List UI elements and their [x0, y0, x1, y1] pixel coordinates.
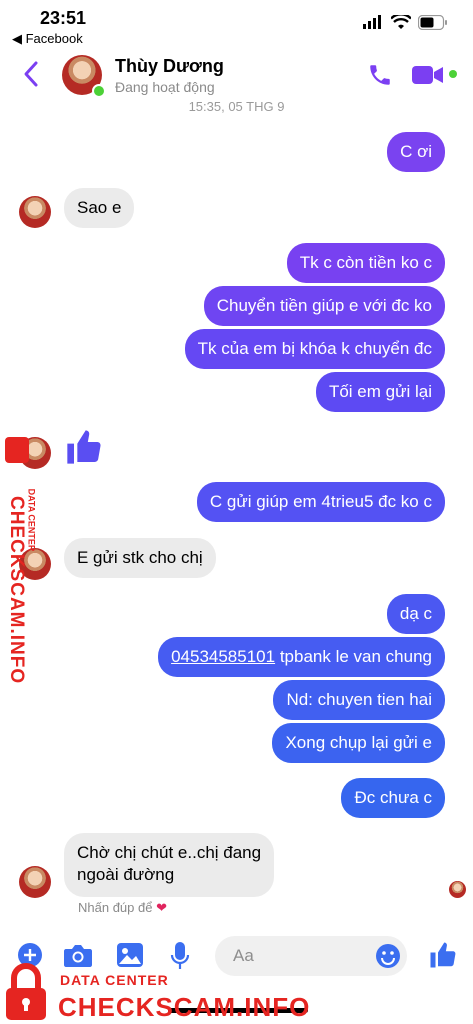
contact-avatar-small: [19, 196, 51, 228]
back-chevron-icon[interactable]: [22, 60, 40, 88]
message-bubble-outgoing[interactable]: 04534585101 tpbank le van chung: [158, 637, 445, 677]
message-bubble-outgoing[interactable]: Tk c còn tiền ko c: [286, 243, 445, 283]
video-call-icon[interactable]: [412, 64, 444, 86]
watermark-small-text: DATA CENTER: [26, 488, 37, 552]
lock-icon: [5, 437, 29, 463]
message-bubble-outgoing[interactable]: C gửi giúp em 4trieu5 đc ko c: [196, 482, 445, 522]
conversation-header: Thùy Dương Đang hoạt động: [0, 50, 473, 100]
message-line: ngoài đường: [77, 865, 175, 884]
watermark-bottom: DATA CENTER CHECKSCAM.INFO: [0, 940, 309, 1024]
lock-icon: [6, 963, 46, 1020]
contact-name[interactable]: Thùy Dương: [115, 56, 224, 77]
message-line: Chờ chị chút e..chị đang: [77, 843, 262, 862]
clock: 23:51: [40, 8, 87, 28]
bank-detail-text: tpbank le van chung: [275, 647, 432, 666]
message-bubble-incoming[interactable]: Sao e: [64, 188, 135, 228]
signal-icon: [363, 15, 381, 29]
contact-avatar-small: [19, 866, 51, 898]
heart-icon: ❤: [156, 900, 167, 915]
message-bubble-outgoing[interactable]: dạ c: [386, 594, 445, 634]
message-timestamp: 15:35, 05 THG 9: [188, 99, 285, 114]
reaction-hint: Nhấn đúp để ❤: [78, 900, 167, 916]
reaction-hint-text: Nhấn đúp để: [78, 900, 153, 915]
like-icon[interactable]: [64, 426, 104, 468]
watermark-big-text: CHECKSCAM.INFO: [6, 496, 27, 685]
message-bubble-outgoing[interactable]: C ơi: [387, 132, 445, 172]
active-status: Đang hoạt động: [115, 79, 215, 95]
message-bubble-outgoing[interactable]: Xong chụp lại gửi e: [272, 723, 445, 763]
send-like-icon[interactable]: [428, 940, 458, 970]
message-bubble-outgoing[interactable]: Nd: chuyen tien hai: [273, 680, 445, 720]
watermark-side: DATA CENTER CHECKSCAM.INFO: [0, 435, 40, 685]
wifi-icon: [391, 15, 411, 29]
watermark-small-text: DATA CENTER: [60, 972, 169, 988]
message-bubble-outgoing[interactable]: Chuyển tiền giúp e với đc ko: [203, 286, 445, 326]
back-to-app-link[interactable]: ◀ Facebook: [12, 31, 83, 47]
video-online-dot: [449, 70, 457, 78]
seen-avatar: [449, 881, 466, 898]
account-number-link[interactable]: 04534585101: [171, 647, 275, 666]
watermark-big-text: CHECKSCAM.INFO: [58, 992, 311, 1022]
online-indicator: [92, 84, 106, 98]
message-bubble-outgoing[interactable]: Tk của em bị khóa k chuyển đc: [184, 329, 445, 369]
message-bubble-incoming[interactable]: E gửi stk cho chị: [64, 538, 216, 578]
message-bubble-outgoing[interactable]: Đc chưa c: [341, 778, 445, 818]
message-bubble-incoming[interactable]: Chờ chị chút e..chị đang ngoài đường: [64, 833, 275, 897]
status-bar: 23:51 ◀ Facebook: [0, 0, 473, 50]
battery-icon: [418, 15, 447, 30]
phone-call-icon[interactable]: [367, 62, 393, 88]
emoji-icon[interactable]: [375, 943, 401, 969]
message-bubble-outgoing[interactable]: Tối em gửi lại: [315, 372, 445, 412]
